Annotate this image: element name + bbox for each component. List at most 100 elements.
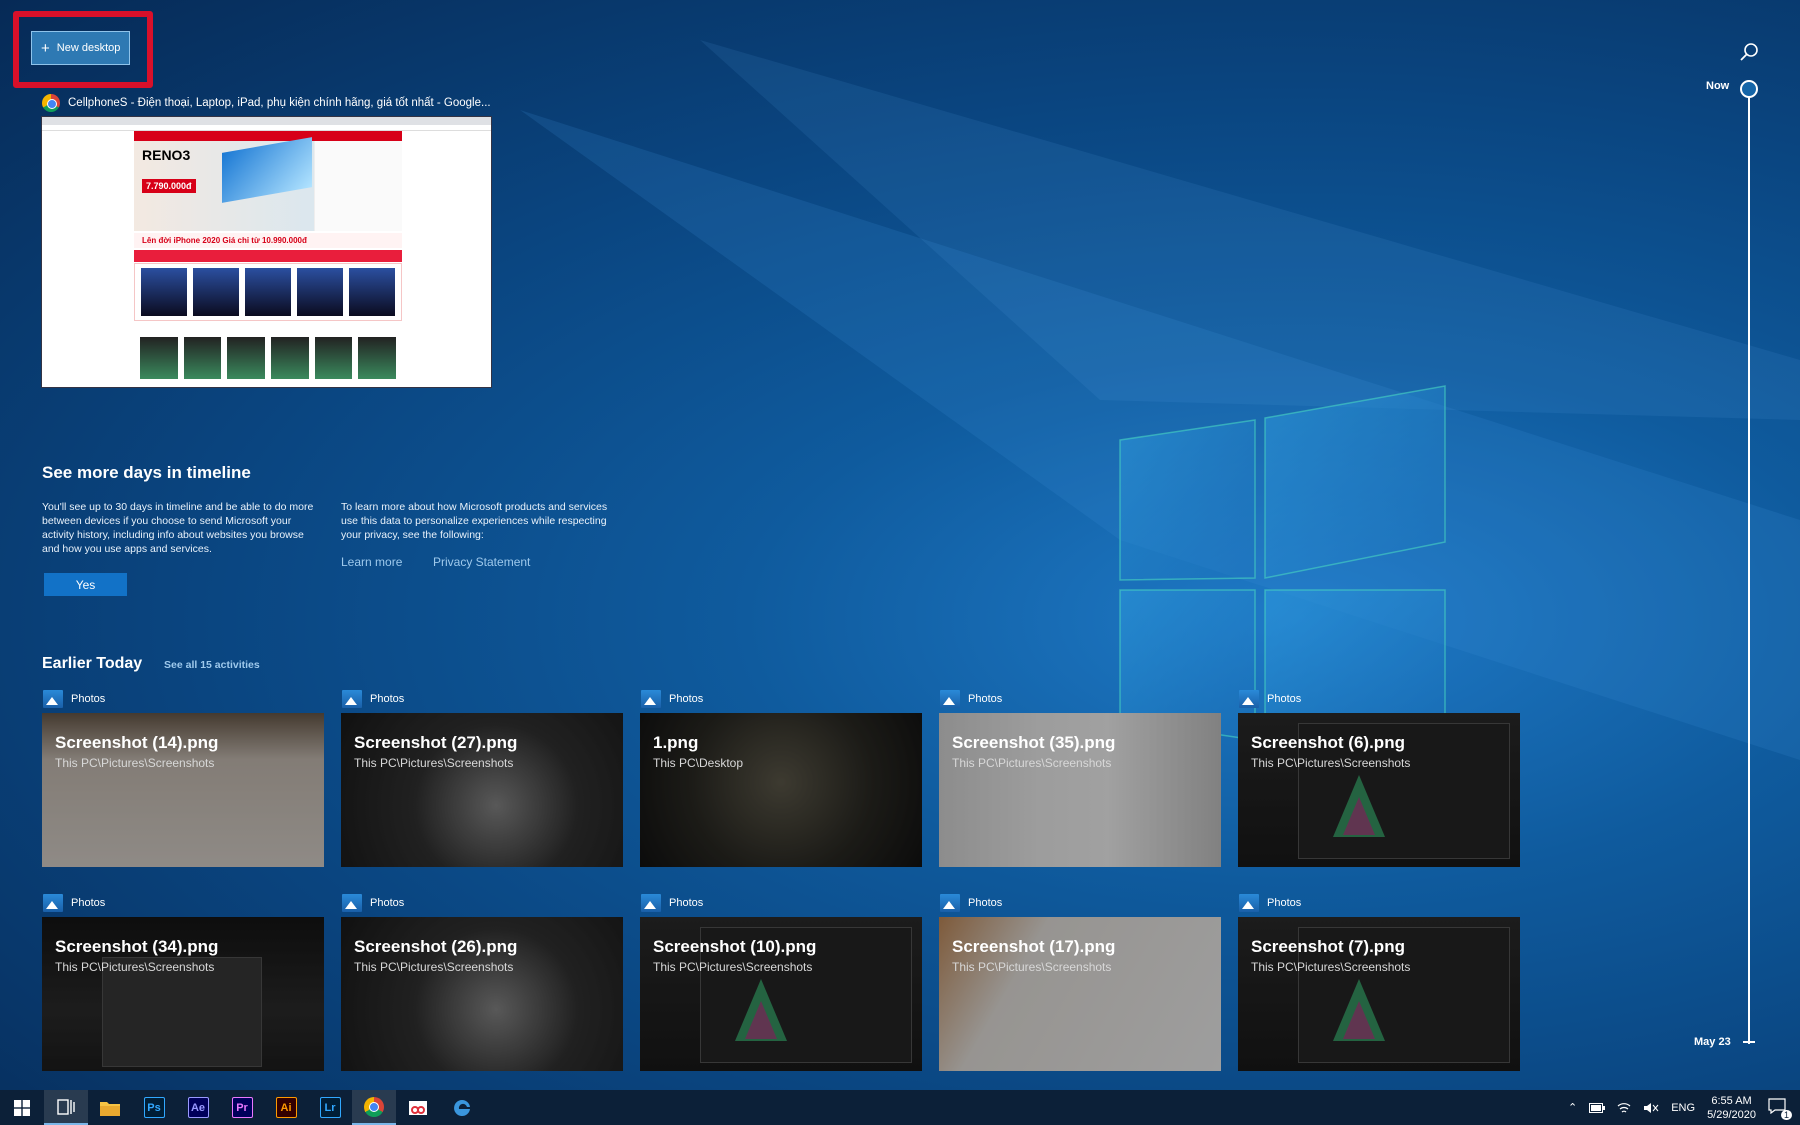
chevron-up-icon[interactable]: ⌃: [1568, 1101, 1577, 1114]
taskbar-chrome[interactable]: [352, 1090, 396, 1125]
card-app-name: Photos: [968, 693, 1003, 705]
activity-card[interactable]: Photos Screenshot (7).png This PC\Pictur…: [1238, 893, 1520, 1071]
card-file-path: This PC\Pictures\Screenshots: [952, 960, 1112, 974]
card-file-path: This PC\Desktop: [653, 756, 744, 770]
card-thumbnail[interactable]: Screenshot (26).png This PC\Pictures\Scr…: [341, 917, 623, 1071]
card-file-path: This PC\Pictures\Screenshots: [354, 960, 514, 974]
language-indicator[interactable]: ENG: [1671, 1102, 1695, 1114]
activity-card[interactable]: Photos Screenshot (14).png This PC\Pictu…: [42, 689, 324, 867]
start-button[interactable]: [0, 1090, 44, 1125]
product-image: [193, 268, 239, 316]
card-file-name: Screenshot (34).png: [55, 937, 219, 956]
card-app-name: Photos: [370, 897, 405, 909]
window-title-row[interactable]: CellphoneS - Điện thoại, Laptop, iPad, p…: [42, 94, 491, 112]
activity-card[interactable]: Photos Screenshot (34).png This PC\Pictu…: [42, 893, 324, 1071]
photos-icon: [1239, 894, 1259, 912]
task-view-button[interactable]: [44, 1090, 88, 1125]
product-image: [245, 268, 291, 316]
new-desktop-button[interactable]: + New desktop: [31, 31, 130, 65]
wifi-icon[interactable]: [1617, 1102, 1631, 1114]
privacy-statement-link[interactable]: Privacy Statement: [433, 555, 530, 569]
flash-sale-bar: [134, 250, 402, 262]
card-file-path: This PC\Pictures\Screenshots: [55, 756, 215, 770]
card-thumbnail[interactable]: Screenshot (6).png This PC\Pictures\Scre…: [1238, 713, 1520, 867]
activity-card[interactable]: Photos Screenshot (27).png This PC\Pictu…: [341, 689, 623, 867]
product-row: [134, 263, 402, 321]
taskbar-snipping-tool[interactable]: [396, 1090, 440, 1125]
plus-icon: +: [41, 39, 50, 57]
card-app-header: Photos: [1239, 893, 1520, 913]
card-thumbnail[interactable]: Screenshot (7).png This PC\Pictures\Scre…: [1238, 917, 1520, 1071]
activity-card[interactable]: Photos Screenshot (17).png This PC\Pictu…: [939, 893, 1221, 1071]
taskbar-premiere[interactable]: Pr: [220, 1090, 264, 1125]
card-thumbnail[interactable]: Screenshot (35).png This PC\Pictures\Scr…: [939, 713, 1221, 867]
photoshop-icon: Ps: [143, 1097, 165, 1118]
activity-card[interactable]: Photos Screenshot (10).png This PC\Pictu…: [640, 893, 922, 1071]
card-file-name: Screenshot (27).png: [354, 733, 518, 752]
card-thumbnail[interactable]: Screenshot (10).png This PC\Pictures\Scr…: [640, 917, 922, 1071]
card-app-name: Photos: [370, 693, 405, 705]
taskbar-file-explorer[interactable]: [88, 1090, 132, 1125]
taskbar-photoshop[interactable]: Ps: [132, 1090, 176, 1125]
photos-icon: [43, 894, 63, 912]
window-thumbnail[interactable]: RENO3 7.790.000đ Lên đời iPhone 2020 Giá…: [41, 116, 492, 388]
card-app-name: Photos: [71, 897, 106, 909]
chrome-icon: [42, 94, 60, 112]
earlier-today-heading: Earlier Today: [42, 655, 143, 672]
product-row: [134, 333, 402, 383]
taskbar-edge[interactable]: [440, 1090, 484, 1125]
card-thumbnail[interactable]: 1.png This PC\Desktop: [640, 713, 922, 867]
new-desktop-label: New desktop: [56, 42, 121, 54]
card-file-path: This PC\Pictures\Screenshots: [952, 756, 1112, 770]
system-tray: ⌃ ENG 6:55 AM 5/29/2020 1: [1568, 1090, 1800, 1125]
volume-muted-icon[interactable]: [1643, 1102, 1659, 1114]
card-file-name: Screenshot (7).png: [1251, 937, 1405, 956]
clock[interactable]: 6:55 AM 5/29/2020: [1707, 1094, 1756, 1122]
site-promo-strip: Lên đời iPhone 2020 Giá chỉ từ 10.990.00…: [134, 233, 402, 248]
yes-button[interactable]: Yes: [44, 573, 127, 596]
card-thumbnail[interactable]: Screenshot (27).png This PC\Pictures\Scr…: [341, 713, 623, 867]
photos-icon: [641, 894, 661, 912]
card-file-name: Screenshot (35).png: [952, 733, 1116, 752]
timeline-scrollbar[interactable]: [1748, 89, 1750, 1044]
task-view-icon: [57, 1098, 75, 1115]
see-all-activities-link[interactable]: See all 15 activities: [164, 659, 260, 671]
card-app-header: Photos: [940, 689, 1221, 709]
card-app-name: Photos: [669, 897, 704, 909]
card-thumbnail[interactable]: Screenshot (17).png This PC\Pictures\Scr…: [939, 917, 1221, 1071]
after-effects-icon: Ae: [187, 1097, 209, 1118]
product-image: [349, 268, 395, 316]
card-file-name: Screenshot (14).png: [55, 733, 219, 752]
product-image: [358, 337, 397, 379]
search-icon[interactable]: [1739, 42, 1759, 62]
card-app-header: Photos: [940, 893, 1221, 913]
taskbar-illustrator[interactable]: Ai: [264, 1090, 308, 1125]
activity-card[interactable]: Photos Screenshot (26).png This PC\Pictu…: [341, 893, 623, 1071]
activity-card[interactable]: Photos 1.png This PC\Desktop: [640, 689, 922, 867]
card-thumbnail[interactable]: Screenshot (34).png This PC\Pictures\Scr…: [42, 917, 324, 1071]
card-app-name: Photos: [1267, 897, 1302, 909]
windows-start-icon: [14, 1099, 30, 1116]
taskbar-after-effects[interactable]: Ae: [176, 1090, 220, 1125]
notification-center-button[interactable]: 1: [1768, 1097, 1792, 1120]
browser-tabbar: [42, 117, 491, 125]
card-file-path: This PC\Pictures\Screenshots: [354, 756, 514, 770]
window-title: CellphoneS - Điện thoại, Laptop, iPad, p…: [68, 97, 491, 109]
card-thumbnail[interactable]: Screenshot (14).png This PC\Pictures\Scr…: [42, 713, 324, 867]
timeline-thumb[interactable]: [1740, 80, 1758, 98]
site-side-promos: [314, 141, 402, 231]
timeline-date-marker: [1743, 1041, 1755, 1043]
activity-card[interactable]: Photos Screenshot (35).png This PC\Pictu…: [939, 689, 1221, 867]
taskbar-lightroom[interactable]: Lr: [308, 1090, 352, 1125]
learn-more-link[interactable]: Learn more: [341, 555, 402, 569]
site-header: [134, 131, 402, 141]
battery-icon[interactable]: [1589, 1102, 1606, 1113]
card-app-header: Photos: [1239, 689, 1520, 709]
banner-title: RENO3: [142, 147, 191, 163]
card-app-header: Photos: [43, 689, 324, 709]
timeline-date-label: May 23: [1694, 1036, 1731, 1048]
activity-card[interactable]: Photos Screenshot (6).png This PC\Pictur…: [1238, 689, 1520, 867]
timeline-prompt-title: See more days in timeline: [42, 463, 251, 482]
card-file-path: This PC\Pictures\Screenshots: [1251, 960, 1411, 974]
chrome-icon: [364, 1096, 384, 1117]
